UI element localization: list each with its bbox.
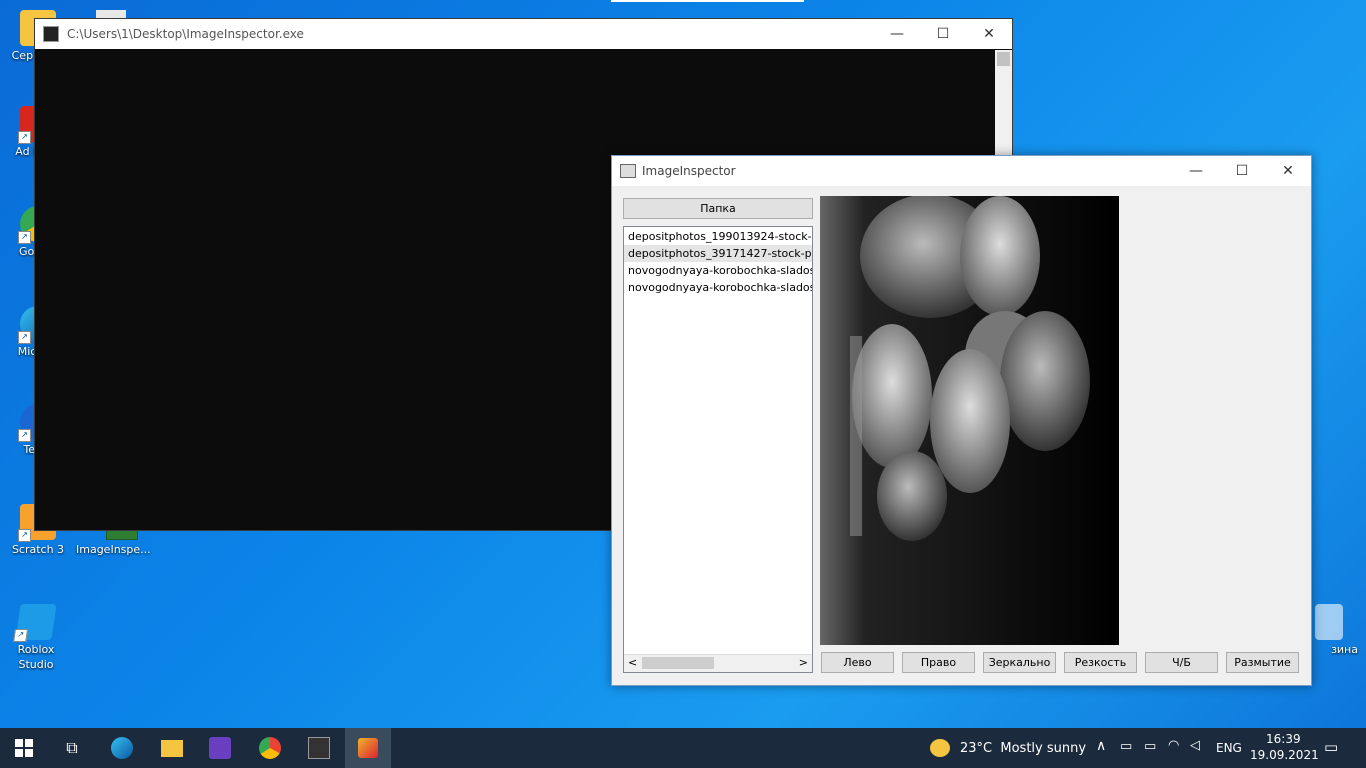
app-title: ImageInspector [642, 164, 736, 178]
notifications-icon[interactable]: ▭ [1324, 738, 1338, 756]
close-button[interactable]: ✕ [966, 19, 1012, 49]
list-item[interactable]: novogodnyaya-korobochka-slados [624, 262, 812, 279]
battery-icon[interactable]: ▭ [1144, 739, 1156, 754]
desktop-icon-label: Roblox Studio [17, 643, 55, 671]
roblox-studio-icon: ↗ [13, 604, 57, 642]
scrollbar-thumb[interactable] [997, 52, 1010, 66]
macarons-photo [820, 196, 1119, 645]
folder-button[interactable]: Папка [623, 198, 813, 219]
minimize-button[interactable]: — [1173, 156, 1219, 186]
chevron-up-icon[interactable]: ∧ [1096, 738, 1106, 754]
desktop-icon-roblox-studio[interactable]: ↗ Roblox Studio [0, 604, 72, 672]
console-title: C:\Users\1\Desktop\ImageInspector.exe [67, 27, 304, 41]
chevron-right-icon[interactable]: > [799, 655, 808, 671]
language-indicator[interactable]: ENG [1216, 741, 1242, 755]
taskbar: ⧉ 23°C Mostly sunny ∧ ▭ ▭ ◠ ◁ ENG 16:39 … [0, 728, 1366, 768]
desktop-icon-label: Scratch 3 [11, 543, 65, 556]
python-icon [354, 734, 382, 762]
task-view-icon[interactable]: ⧉ [58, 734, 86, 762]
windows-logo [15, 739, 33, 757]
weather-widget[interactable]: 23°C Mostly sunny [960, 741, 1086, 756]
maximize-button[interactable]: ☐ [1219, 156, 1265, 186]
maximize-button[interactable]: ☐ [920, 19, 966, 49]
list-item[interactable]: novogodnyaya-korobochka-slados [624, 279, 812, 296]
clock-time[interactable]: 16:39 [1266, 732, 1301, 746]
app-icon[interactable] [206, 734, 234, 762]
clock-date[interactable]: 19.09.2021 [1250, 748, 1319, 762]
window-edge-partial [611, 0, 804, 2]
mirror-button[interactable]: Зеркально [983, 652, 1056, 673]
scrollbar-thumb[interactable] [642, 657, 714, 669]
chevron-left-icon[interactable]: < [628, 655, 637, 671]
list-item[interactable]: depositphotos_199013924-stock-ph [624, 228, 812, 245]
desktop-icon-label: ImageInspe... [76, 543, 151, 556]
window-icon [620, 164, 636, 178]
volume-icon[interactable]: ◁ [1190, 738, 1200, 753]
meet-now-icon[interactable]: ▭ [1120, 739, 1132, 754]
file-explorer-icon[interactable] [158, 734, 186, 762]
app-titlebar[interactable]: ImageInspector — ☐ ✕ [612, 156, 1311, 186]
chrome-icon[interactable] [256, 734, 284, 762]
sharpen-button[interactable]: Резкость [1064, 652, 1137, 673]
image-preview [820, 196, 1119, 645]
close-button[interactable]: ✕ [1265, 156, 1311, 186]
active-app-tab[interactable] [345, 728, 391, 768]
grayscale-button[interactable]: Ч/Б [1145, 652, 1218, 673]
file-list[interactable]: depositphotos_199013924-stock-ph deposit… [623, 226, 813, 673]
weather-icon[interactable] [930, 739, 950, 757]
list-item-selected[interactable]: depositphotos_39171427-stock-pho [624, 245, 812, 262]
horizontal-scrollbar[interactable]: < > [624, 654, 812, 672]
rotate-right-button[interactable]: Право [902, 652, 975, 673]
edge-icon[interactable] [108, 734, 136, 762]
windows-start-icon[interactable] [10, 734, 38, 762]
blur-button[interactable]: Размытие [1226, 652, 1299, 673]
recycle-bin-icon [1315, 604, 1343, 640]
console-app-icon[interactable] [305, 734, 333, 762]
app-icon [43, 26, 59, 42]
rotate-left-button[interactable]: Лево [821, 652, 894, 673]
minimize-button[interactable]: — [874, 19, 920, 49]
imageinspector-window[interactable]: ImageInspector — ☐ ✕ Папка depositphotos… [611, 155, 1312, 686]
wifi-icon[interactable]: ◠ [1168, 738, 1179, 753]
console-titlebar[interactable]: C:\Users\1\Desktop\ImageInspector.exe — … [35, 19, 1012, 49]
